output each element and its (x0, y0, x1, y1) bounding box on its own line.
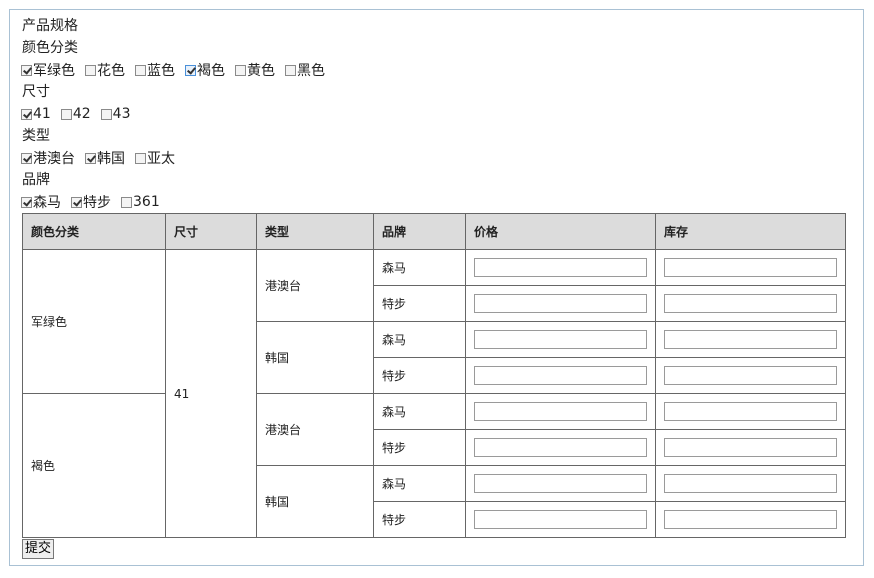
table-header-row: 颜色分类 尺寸 类型 品牌 价格 库存 (22, 213, 846, 250)
checkbox[interactable] (21, 108, 32, 120)
cell-type: 韩国 (256, 465, 374, 538)
price-input[interactable] (474, 510, 647, 529)
cell-brand: 森马 (373, 249, 466, 286)
price-input[interactable] (474, 258, 647, 277)
color-option-army-green[interactable]: 军绿色 (21, 60, 75, 80)
stock-input[interactable] (664, 438, 837, 457)
cell-brand: 特步 (373, 285, 466, 322)
header-color: 颜色分类 (22, 213, 166, 250)
cell-brand: 森马 (373, 393, 466, 430)
size-option-42[interactable]: 42 (60, 106, 91, 122)
cell-price (465, 501, 656, 538)
cell-brand: 森马 (373, 465, 466, 502)
cell-type: 港澳台 (256, 249, 374, 322)
stock-input[interactable] (664, 294, 837, 313)
cell-stock (655, 249, 846, 286)
checkbox[interactable] (21, 64, 32, 76)
stock-input[interactable] (664, 330, 837, 349)
cell-type: 港澳台 (256, 393, 374, 466)
header-brand: 品牌 (373, 213, 466, 250)
cell-price (465, 321, 656, 358)
stock-input[interactable] (664, 366, 837, 385)
checkbox[interactable] (285, 64, 296, 76)
size-option-41[interactable]: 41 (21, 106, 51, 122)
price-input[interactable] (474, 294, 647, 313)
brand-option-xtep[interactable]: 特步 (71, 192, 111, 212)
spec-title: 产品规格 (22, 18, 78, 34)
cell-price (465, 285, 656, 322)
cell-stock (655, 501, 846, 538)
sku-table: 颜色分类 尺寸 类型 品牌 价格 库存 军绿色 41 港澳台 森马 特步 韩国 … (22, 213, 846, 538)
price-input[interactable] (474, 474, 647, 493)
cell-price (465, 249, 656, 286)
cell-stock (655, 357, 846, 394)
checkbox[interactable] (135, 64, 146, 76)
cell-price (465, 357, 656, 394)
type-option-asia-pacific[interactable]: 亚太 (135, 148, 175, 168)
stock-input[interactable] (664, 510, 837, 529)
stock-input[interactable] (664, 474, 837, 493)
stock-input[interactable] (664, 258, 837, 277)
stock-input[interactable] (664, 402, 837, 421)
cell-stock (655, 285, 846, 322)
header-price: 价格 (465, 213, 656, 250)
cell-brand: 特步 (373, 357, 466, 394)
cell-size: 41 (165, 249, 257, 538)
checkbox[interactable] (121, 196, 132, 208)
price-input[interactable] (474, 330, 647, 349)
color-option-black[interactable]: 黑色 (285, 60, 325, 80)
cell-brand: 特步 (373, 501, 466, 538)
color-options: 军绿色 花色 蓝色 褐色 黄色 黑色 (21, 61, 335, 79)
checkbox[interactable] (71, 196, 82, 208)
checkbox[interactable] (235, 64, 246, 76)
header-stock: 库存 (655, 213, 846, 250)
group-title-type: 类型 (22, 128, 50, 144)
header-type: 类型 (256, 213, 374, 250)
type-options: 港澳台 韩国 亚太 (21, 149, 185, 167)
checkbox[interactable] (85, 152, 96, 164)
table-row: 军绿色 41 港澳台 森马 (22, 249, 846, 538)
table-row: 褐色 港澳台 森马 (22, 393, 846, 538)
checkbox[interactable] (100, 108, 112, 120)
price-input[interactable] (474, 438, 647, 457)
checkbox[interactable] (21, 196, 32, 208)
price-input[interactable] (474, 402, 647, 421)
cell-price (465, 429, 656, 466)
cell-stock (655, 321, 846, 358)
type-option-hk-macau-tw[interactable]: 港澳台 (21, 148, 75, 168)
size-options: 41 42 43 (21, 105, 140, 123)
type-option-korea[interactable]: 韩国 (85, 148, 125, 168)
cell-brand: 特步 (373, 429, 466, 466)
checkbox[interactable] (60, 108, 72, 120)
cell-brand: 森马 (373, 321, 466, 358)
color-option-blue[interactable]: 蓝色 (135, 60, 175, 80)
cell-stock (655, 429, 846, 466)
submit-button[interactable]: 提交 (22, 539, 55, 559)
cell-type: 韩国 (256, 321, 374, 394)
cell-color: 褐色 (22, 393, 166, 538)
group-title-size: 尺寸 (22, 84, 50, 100)
cell-price (465, 465, 656, 502)
checkbox[interactable] (85, 64, 96, 76)
checkbox[interactable] (185, 64, 196, 76)
cell-color: 军绿色 (22, 249, 166, 394)
color-option-floral[interactable]: 花色 (85, 60, 125, 80)
color-option-brown[interactable]: 褐色 (185, 60, 225, 80)
brand-option-361[interactable]: 361 (121, 194, 160, 210)
price-input[interactable] (474, 366, 647, 385)
header-size: 尺寸 (165, 213, 257, 250)
group-title-color: 颜色分类 (22, 40, 78, 56)
group-title-brand: 品牌 (22, 172, 50, 188)
size-option-43[interactable]: 43 (100, 106, 130, 122)
cell-price (465, 393, 656, 430)
checkbox[interactable] (135, 152, 146, 164)
checkbox[interactable] (21, 152, 32, 164)
cell-stock (655, 393, 846, 430)
brand-option-semir[interactable]: 森马 (21, 192, 61, 212)
color-option-yellow[interactable]: 黄色 (235, 60, 275, 80)
brand-options: 森马 特步 361 (21, 193, 170, 211)
cell-stock (655, 465, 846, 502)
